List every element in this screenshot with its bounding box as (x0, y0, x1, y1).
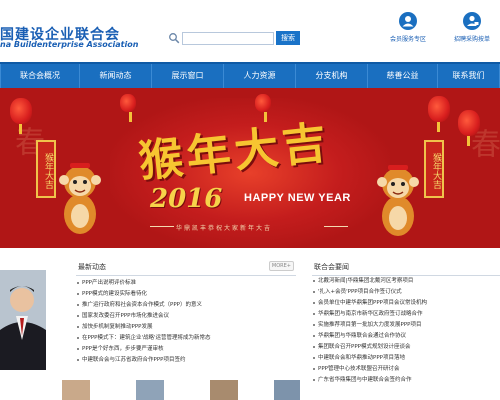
banner-greeting: 华鼎凯丰恭祝大家新年大吉 (176, 225, 273, 232)
nav-item-contact[interactable]: 联系我们 (438, 64, 500, 88)
recruit-icon (463, 12, 481, 30)
more-button[interactable]: MORE+ (268, 261, 294, 271)
page: { "header": { "logo_cn": "国建设企业联合会", "lo… (0, 0, 500, 400)
main-nav: 联合会概况 新闻动态 展示窗口 人力资源 分支机构 慈善公益 联系我们 (0, 62, 500, 88)
nav-item-news[interactable]: 新闻动态 (80, 64, 152, 88)
nav-item-branches[interactable]: 分支机构 (296, 64, 368, 88)
list-item[interactable]: 广东省华鼎集团与中建联合会签约合作 (312, 375, 500, 386)
list-item[interactable]: PPP管理中心技术联盟召开研讨会 (312, 364, 500, 375)
site-header: 国建设企业联合会 na Buildenterprise Association … (0, 0, 500, 62)
list-item[interactable]: PPP是个好东西，步步要严谨审核 (76, 344, 296, 355)
list-item[interactable]: 华鼎集团与华鼎联合会通过合作协议 (312, 331, 500, 342)
list-item[interactable]: 实施推荐项目第一批加大力度发展PPP项目 (312, 320, 500, 331)
list-item[interactable]: 推广运行政府和社会资本合作模式（PPP）的意义 (76, 300, 296, 311)
search-input[interactable] (182, 31, 274, 45)
nav-item-charity[interactable]: 慈善公益 (368, 64, 438, 88)
thumbnail-image[interactable] (210, 380, 238, 400)
member-news-list: 北戴河新闻|华鼎集团北戴河区考察项目 '扎入+会员'PPP项目合作签订仪式 会员… (312, 276, 500, 386)
search-button[interactable]: 搜索 (276, 31, 300, 45)
lantern-icon (10, 98, 32, 134)
list-item[interactable]: 国家发改委召开PPP市场化推进会议 (76, 311, 296, 322)
member-icon (399, 12, 417, 30)
nav-item-hr[interactable]: 人力资源 (224, 64, 296, 88)
member-news-title: 联合会要闻 (314, 263, 349, 271)
list-item[interactable]: '扎入+会员'PPP项目合作签订仪式 (312, 287, 500, 298)
monkey-illustration (59, 163, 101, 234)
lantern-icon (428, 96, 450, 132)
list-item[interactable]: 在PPP模式下：建筑企业'战略'运营管理将成为新常态 (76, 333, 296, 344)
member-service-link[interactable]: 会员服务专区 (388, 12, 428, 43)
list-item[interactable]: PPP产出说明评价标准 (76, 278, 296, 289)
content-area: 最新动态 MORE+ PPP产出说明评价标准 PPP模式的建设实际看待化 推广运… (0, 248, 500, 400)
lantern-icon (458, 110, 480, 146)
monkey-illustration (377, 165, 419, 236)
latest-news-title: 最新动态 (78, 263, 106, 271)
search-box: 搜索 (168, 31, 300, 45)
latest-news-list: PPP产出说明评价标准 PPP模式的建设实际看待化 推广运行政府和社会资本合作模… (76, 278, 296, 366)
banner-happy-new-year: HAPPY NEW YEAR (244, 192, 351, 204)
lantern-icon (255, 94, 271, 122)
hero-banner[interactable]: 春 春 猴年大吉 猴年大吉 猴年大吉 2016 HAPPY NEW YEAR 华… (0, 88, 500, 248)
list-item[interactable]: PPP模式的建设实际看待化 (76, 289, 296, 300)
list-item[interactable]: 加快步机制复制推动PPP发展 (76, 322, 296, 333)
leader-photo[interactable] (0, 270, 46, 370)
lantern-icon (120, 94, 136, 122)
list-item[interactable]: 中建联合会和华鼎推动PPP项目落地 (312, 353, 500, 364)
thumbnail-image[interactable] (136, 380, 164, 400)
list-item[interactable]: 华鼎集团与南京市新华区政府签订战略合作 (312, 309, 500, 320)
nav-item-showcase[interactable]: 展示窗口 (152, 64, 224, 88)
couplet-right: 猴年大吉 (424, 140, 444, 198)
search-icon (168, 32, 180, 44)
divider (324, 226, 348, 227)
list-item[interactable]: 集团联合召开PPP模式规划设计座谈会 (312, 342, 500, 353)
list-item[interactable]: 北戴河新闻|华鼎集团北戴河区考察项目 (312, 276, 500, 287)
member-news-header: 联合会要闻 (312, 260, 500, 276)
nav-item-about[interactable]: 联合会概况 (0, 64, 80, 88)
banner-year: 2016 (150, 184, 223, 214)
list-item[interactable]: 会员单位中建华鼎集团PPP项目会议常设机构 (312, 298, 500, 309)
member-service-label: 会员服务专区 (389, 36, 426, 43)
list-item[interactable]: 中建联合会与江苏省政府合作PPP项目签约 (76, 355, 296, 366)
recruit-link[interactable]: 招聘采购按单 (452, 12, 492, 43)
divider (150, 226, 174, 227)
thumbnail-image[interactable] (274, 380, 300, 400)
site-logo-en[interactable]: na Buildenterprise Association (0, 40, 138, 49)
thumbnail-image[interactable] (62, 380, 90, 400)
latest-news-header: 最新动态 MORE+ (76, 260, 296, 276)
recruit-label: 招聘采购按单 (453, 36, 490, 43)
